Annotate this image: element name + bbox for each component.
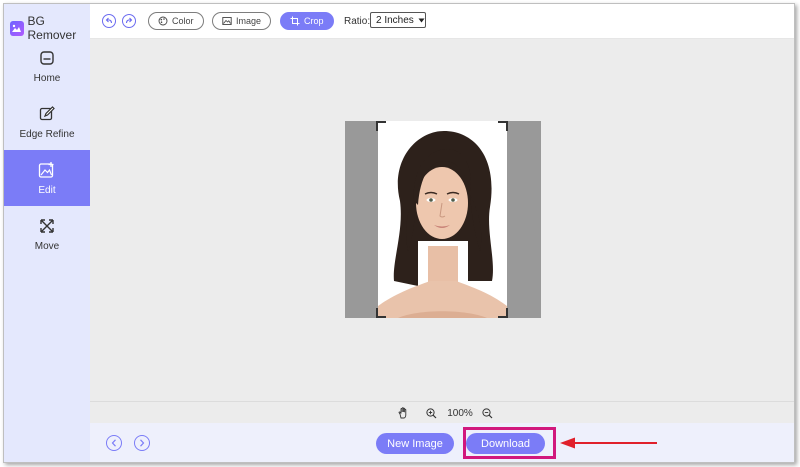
pan-hand-button[interactable] (396, 406, 410, 420)
crop-handle-bottom-left[interactable] (376, 308, 386, 318)
chevron-left-icon (111, 439, 116, 447)
portrait-photo (378, 121, 507, 318)
undo-button[interactable] (102, 14, 116, 28)
previous-button[interactable] (106, 435, 122, 451)
chevron-down-icon (418, 18, 425, 22)
download-highlight-box (463, 427, 556, 459)
home-icon (38, 49, 56, 67)
image-tab-label: Image (236, 16, 262, 26)
next-button[interactable] (134, 435, 150, 451)
ratio-label: Ratio: (344, 16, 371, 27)
palette-icon (158, 16, 168, 26)
zoom-in-icon (425, 407, 436, 418)
sidebar-item-edit[interactable]: Edit (4, 150, 90, 206)
sidebar-item-label: Edit (38, 184, 56, 196)
image-icon (222, 17, 232, 25)
image-edit-icon (38, 161, 56, 179)
crop-handle-top-right[interactable] (498, 121, 508, 131)
color-tab-label: Color (172, 16, 194, 26)
editor-canvas (90, 39, 794, 401)
zoom-level: 100% (447, 407, 473, 419)
sidebar-item-home[interactable]: Home (4, 38, 90, 94)
hand-icon (398, 407, 406, 419)
zoom-out-icon (481, 407, 492, 418)
new-image-button[interactable]: New Image (376, 433, 454, 454)
zoom-in-button[interactable] (424, 406, 438, 420)
color-tab-button[interactable]: Color (148, 12, 204, 30)
crop-handle-top-left[interactable] (376, 121, 386, 131)
sidebar-item-label: Move (34, 240, 60, 252)
app-window: BG Remover Home Edge Refine Edit Move Co… (3, 3, 795, 463)
sidebar: BG Remover Home Edge Refine Edit Move (4, 4, 90, 462)
sidebar-item-label: Edge Refine (19, 128, 75, 140)
crop-area[interactable] (345, 121, 541, 318)
redo-icon (125, 17, 133, 24)
ratio-dropdown[interactable]: 2 Inches (370, 12, 426, 28)
crop-handle-bottom-right[interactable] (498, 308, 508, 318)
edit-pencil-icon (38, 105, 56, 123)
ratio-value: 2 Inches (376, 14, 414, 26)
bottom-bar: New Image Download (90, 423, 794, 462)
redo-button[interactable] (122, 14, 136, 28)
app-logo-icon (10, 20, 24, 36)
crop-tab-label: Crop (304, 16, 324, 26)
crop-tab-button[interactable]: Crop (280, 12, 334, 30)
sidebar-item-move[interactable]: Move (4, 206, 90, 262)
zoom-bar: 100% (90, 401, 794, 423)
zoom-out-button[interactable] (480, 406, 494, 420)
image-tab-button[interactable]: Image (212, 12, 272, 30)
sidebar-item-edge-refine[interactable]: Edge Refine (4, 94, 90, 150)
move-icon (38, 217, 56, 235)
toolbar: Color Image Crop Ratio: 2 Inches (90, 4, 794, 39)
sidebar-item-label: Home (33, 72, 61, 84)
pointer-arrow-icon (560, 437, 657, 449)
chevron-right-icon (140, 439, 145, 447)
undo-icon (105, 17, 113, 24)
crop-icon (290, 16, 300, 26)
